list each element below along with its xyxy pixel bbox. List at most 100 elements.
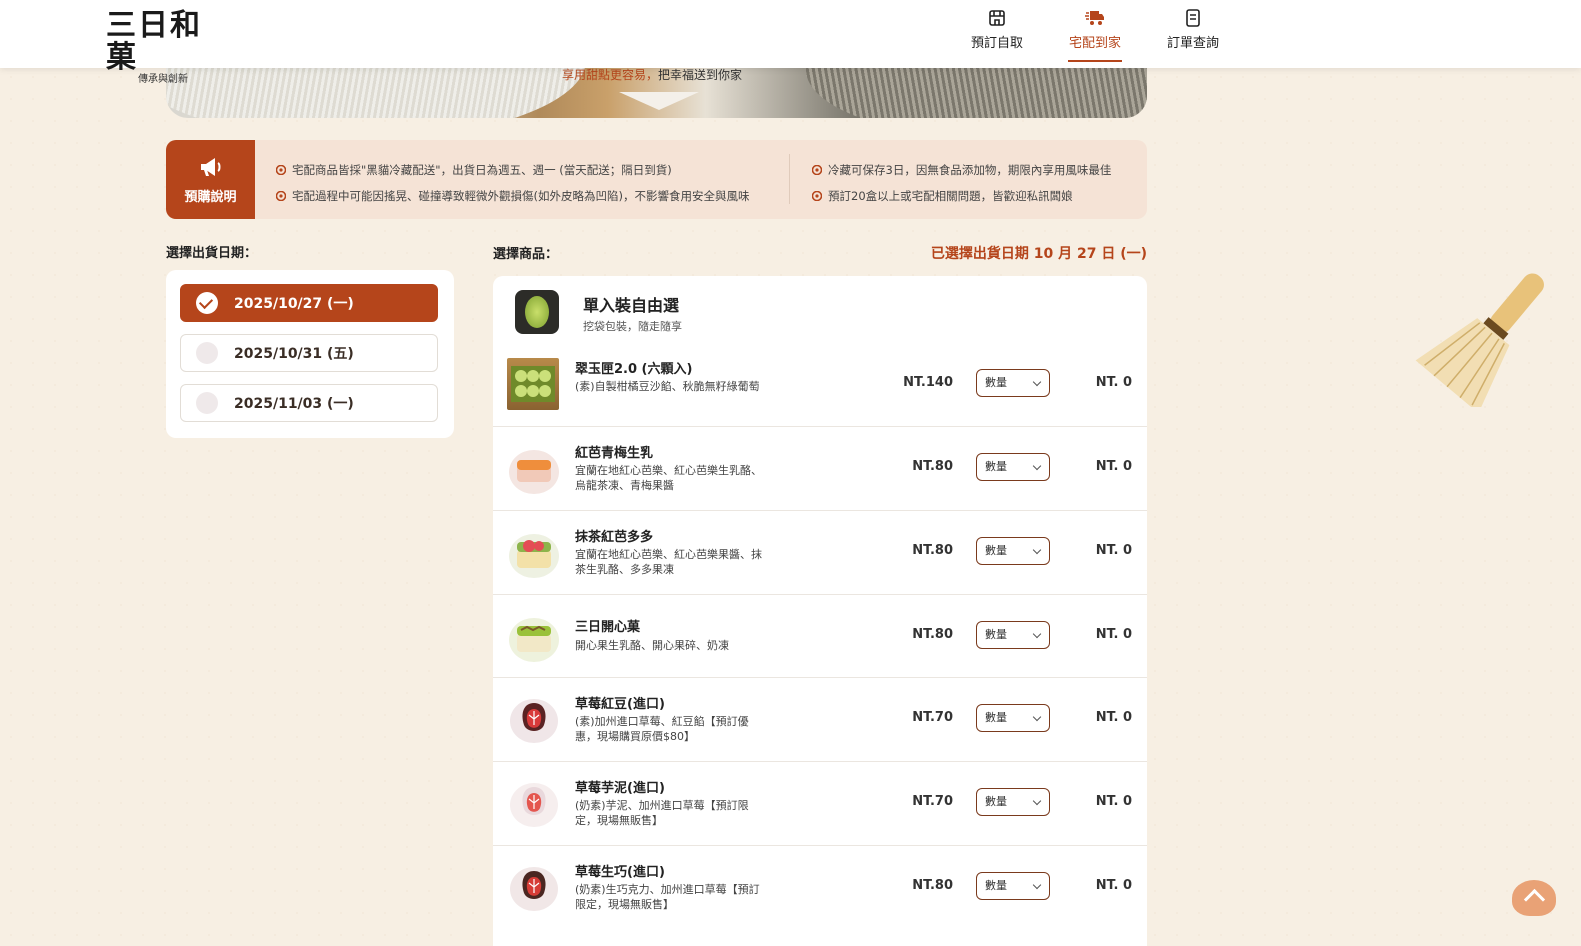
store-icon	[989, 10, 1005, 26]
quantity-placeholder: 數量	[985, 544, 1007, 557]
product-photo	[509, 450, 559, 494]
product-image	[507, 526, 561, 580]
nav-order-query[interactable]: 訂單查詢	[1144, 8, 1242, 60]
nav-pickup-label: 預訂自取	[970, 36, 1023, 51]
brand-name: 三日和菓	[106, 8, 202, 75]
notice-right-column: 冷藏可保存3日，因無食品添加物，期限內享用風味最佳 預訂20盒以上或宅配相關問題…	[812, 157, 1111, 209]
quantity-select[interactable]: 數量	[976, 788, 1050, 816]
notice-text: 預訂20盒以上或宅配相關問題，皆歡迎私訊闆娘	[828, 189, 1073, 203]
brand-logo[interactable]: 三日和菓 傳承與創新	[106, 10, 230, 86]
notice-left-column: 宅配商品皆採"黑貓冷藏配送"，出貨日為週五、週一 (當天配送；隔日到貨) 宅配過…	[276, 157, 749, 209]
delivery-truck-icon	[1085, 11, 1104, 25]
chevron-down-icon	[1032, 377, 1042, 387]
product-subtotal: NT. 0	[1095, 543, 1132, 558]
chevron-down-icon	[1032, 880, 1042, 890]
product-photo	[510, 699, 558, 743]
notice-text: 宅配過程中可能因搖晃、碰撞導致輕微外觀損傷(如外皮略為凹陷)，不影響食用安全與風…	[292, 189, 750, 203]
category-desc: 挖袋包裝，隨走隨享	[583, 320, 682, 333]
product-image	[507, 693, 561, 747]
date-section-title: 選擇出貨日期：	[166, 246, 258, 261]
product-row: 草莓紅豆(進口) (素)加州進口草莓、紅豆餡【預訂優惠，現場購買原價$80】 N…	[493, 677, 1147, 762]
product-photo	[510, 783, 558, 827]
product-desc: 宜蘭在地紅心芭樂、紅心芭樂生乳酪、烏龍茶凍、青梅果醬	[575, 464, 762, 492]
product-image	[507, 358, 559, 410]
radio-icon	[196, 342, 218, 364]
notice-item: 宅配商品皆採"黑貓冷藏配送"，出貨日為週五、週一 (當天配送；隔日到貨)	[276, 157, 749, 183]
quantity-placeholder: 數量	[985, 628, 1007, 641]
quantity-select[interactable]: 數量	[976, 621, 1050, 649]
product-name: 抹茶紅芭多多	[575, 530, 654, 545]
megaphone-icon	[200, 158, 220, 176]
product-name: 草莓紅豆(進口)	[575, 697, 665, 712]
date-option[interactable]: 2025/11/03 (一)	[180, 384, 438, 422]
notice-text: 宅配商品皆採"黑貓冷藏配送"，出貨日為週五、週一 (當天配送；隔日到貨)	[292, 163, 672, 177]
nav-delivery[interactable]: 宅配到家	[1046, 8, 1144, 62]
site-header: 三日和菓 傳承與創新 預訂自取 宅配到家 訂單查詢	[0, 0, 1581, 86]
banner-slogan: 享用甜點更容易，把幸福送到你家	[562, 66, 742, 83]
product-name: 草莓生巧(進口)	[575, 865, 665, 880]
quantity-placeholder: 數量	[985, 711, 1007, 724]
product-price: NT.80	[912, 627, 953, 642]
notice-tag: 預購說明	[166, 140, 255, 219]
product-row: 三日開心菓 開心果生乳酪、開心果碎、奶凍 NT.80 數量 NT. 0	[493, 594, 1147, 678]
product-price: NT.80	[912, 543, 953, 558]
product-subtotal: NT. 0	[1095, 627, 1132, 642]
bullet-icon	[276, 165, 286, 175]
product-price: NT.80	[912, 878, 953, 893]
product-subtotal: NT. 0	[1095, 794, 1132, 809]
chevron-down-icon	[1032, 712, 1042, 722]
quantity-placeholder: 數量	[985, 879, 1007, 892]
product-subtotal: NT. 0	[1095, 459, 1132, 474]
quantity-select[interactable]: 數量	[976, 369, 1050, 397]
chevron-down-icon	[1032, 796, 1042, 806]
nav-pickup[interactable]: 預訂自取	[948, 8, 1046, 60]
quantity-placeholder: 數量	[985, 376, 1007, 389]
product-image	[507, 442, 561, 496]
category-image	[515, 290, 559, 334]
notice-item: 冷藏可保存3日，因無食品添加物，期限內享用風味最佳	[812, 157, 1111, 183]
back-to-top-button[interactable]	[1512, 880, 1556, 916]
product-row: 紅芭青梅生乳 宜蘭在地紅心芭樂、紅心芭樂生乳酪、烏龍茶凍、青梅果醬 NT.80 …	[493, 426, 1147, 511]
product-row: 草莓生巧(進口) (奶素)生巧克力、加州進口草莓【預訂限定，現場無販售】 NT.…	[493, 845, 1147, 929]
quantity-placeholder: 數量	[985, 460, 1007, 473]
product-image	[507, 777, 561, 831]
product-price: NT.80	[912, 459, 953, 474]
quantity-select[interactable]: 數量	[976, 453, 1050, 481]
check-icon	[196, 292, 218, 314]
product-subtotal: NT. 0	[1095, 375, 1132, 390]
product-desc: (奶素)生巧克力、加州進口草莓【預訂限定，現場無販售】	[575, 883, 760, 911]
brand-tagline: 傳承與創新	[138, 74, 188, 85]
product-name: 草莓芋泥(進口)	[575, 781, 665, 796]
notice-tag-label: 預購說明	[184, 190, 237, 205]
product-price: NT.140	[903, 375, 953, 390]
date-option[interactable]: 2025/10/31 (五)	[180, 334, 438, 372]
tea-whisk-decoration	[1415, 273, 1544, 407]
product-desc: (素)自製柑橘豆沙餡、秋脆無籽綠葡萄	[575, 380, 760, 393]
banner-slogan-text: 把幸福送到你家	[658, 68, 743, 82]
product-desc: (奶素)芋泥、加州進口草莓【預訂限定，現場無販售】	[575, 799, 749, 827]
notice-item: 宅配過程中可能因搖晃、碰撞導致輕微外觀損傷(如外皮略為凹陷)，不影響食用安全與風…	[276, 183, 749, 209]
product-section-title: 選擇商品：	[493, 247, 559, 262]
date-option-label: 2025/11/03 (一)	[234, 396, 354, 412]
quantity-select[interactable]: 數量	[976, 872, 1050, 900]
date-option[interactable]: 2025/10/27 (一)	[180, 284, 438, 322]
nav-delivery-label: 宅配到家	[1068, 36, 1121, 51]
product-image	[507, 610, 561, 664]
chevron-down-icon	[1032, 629, 1042, 639]
date-panel: 2025/10/27 (一) 2025/10/31 (五) 2025/11/03…	[166, 270, 454, 438]
product-name: 三日開心菓	[575, 620, 641, 635]
product-desc: (素)加州進口草莓、紅豆餡【預訂優惠，現場購買原價$80】	[575, 715, 749, 743]
quantity-select[interactable]: 數量	[976, 704, 1050, 732]
notice-divider	[789, 154, 790, 204]
nav-order-query-label: 訂單查詢	[1166, 36, 1219, 51]
bullet-icon	[276, 191, 286, 201]
notice-text: 冷藏可保存3日，因無食品添加物，期限內享用風味最佳	[828, 163, 1112, 177]
product-price: NT.70	[912, 710, 953, 725]
product-photo	[509, 618, 559, 662]
product-desc: 開心果生乳酪、開心果碎、奶凍	[575, 639, 729, 652]
chevron-down-icon	[1032, 545, 1042, 555]
quantity-select[interactable]: 數量	[976, 537, 1050, 565]
product-price: NT.70	[912, 794, 953, 809]
product-desc: 宜蘭在地紅心芭樂、紅心芭樂果醬、抹茶生乳酪、多多果凍	[575, 548, 762, 576]
selected-date-info: 已選擇出貨日期 10 月 27 日 (一)	[930, 246, 1147, 262]
